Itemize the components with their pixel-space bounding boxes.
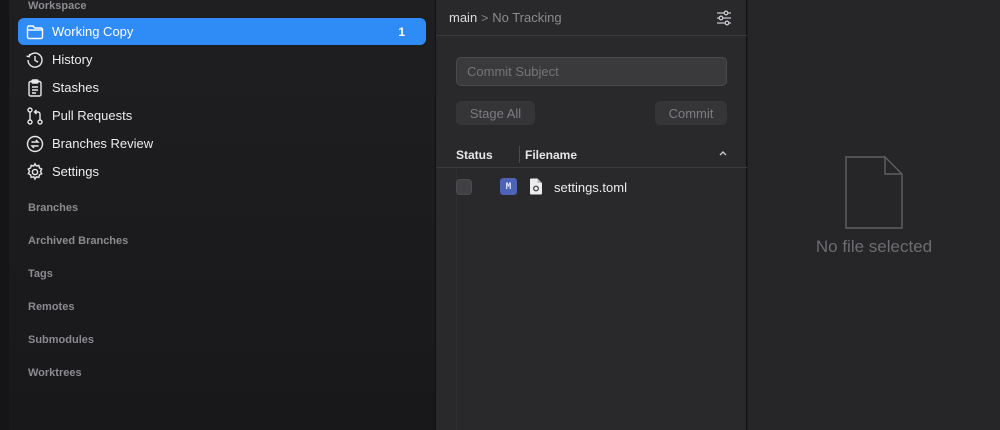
sidebar-edge bbox=[0, 0, 9, 430]
commit-subject-input[interactable] bbox=[456, 57, 727, 86]
modified-status-badge: M bbox=[500, 178, 517, 195]
workspace-label: Workspace bbox=[28, 0, 87, 12]
column-guide bbox=[456, 169, 457, 430]
stage-all-button[interactable]: Stage All bbox=[456, 101, 535, 125]
section-submodules[interactable]: Submodules bbox=[28, 334, 94, 346]
stage-checkbox[interactable] bbox=[456, 179, 472, 195]
column-header-filename[interactable]: Filename bbox=[525, 148, 577, 162]
sidebar-item-label: Stashes bbox=[52, 80, 99, 95]
table-row[interactable]: M settings.toml bbox=[436, 174, 747, 200]
sidebar-item-label: Settings bbox=[52, 164, 99, 179]
section-archived-branches[interactable]: Archived Branches bbox=[28, 235, 128, 247]
sort-ascending-icon[interactable] bbox=[717, 146, 729, 160]
sidebar-item-branches-review[interactable]: Branches Review bbox=[18, 130, 426, 157]
tracking-status: No Tracking bbox=[492, 10, 562, 25]
section-tags[interactable]: Tags bbox=[28, 268, 53, 280]
sidebar-item-stashes[interactable]: Stashes bbox=[18, 74, 426, 101]
file-table-header: Status Filename bbox=[436, 142, 747, 168]
sidebar-item-pull-requests[interactable]: Pull Requests bbox=[18, 102, 426, 129]
file-name: settings.toml bbox=[554, 180, 627, 195]
pull-request-icon bbox=[24, 106, 46, 126]
clipboard-icon bbox=[24, 78, 46, 98]
sidebar-item-history[interactable]: History bbox=[18, 46, 426, 73]
diff-preview-pane: No file selected bbox=[748, 0, 1000, 430]
column-divider[interactable] bbox=[519, 146, 520, 163]
sidebar-item-label: Pull Requests bbox=[52, 108, 133, 123]
working-copy-pane: main > No Tracking Stage All Commit Stat… bbox=[435, 0, 747, 430]
document-icon bbox=[845, 156, 903, 229]
column-header-status[interactable]: Status bbox=[456, 148, 493, 162]
branches-review-icon bbox=[24, 134, 46, 154]
sidebar-item-settings[interactable]: Settings bbox=[18, 158, 426, 185]
chevron-right-icon: > bbox=[481, 10, 489, 25]
history-icon bbox=[24, 50, 46, 70]
file-icon bbox=[529, 178, 543, 195]
sidebar-item-label: Working Copy bbox=[52, 24, 134, 39]
working-copy-count-badge: 1 bbox=[398, 24, 405, 39]
sidebar-item-label: History bbox=[52, 52, 93, 67]
branch-name[interactable]: main bbox=[449, 10, 477, 25]
section-remotes[interactable]: Remotes bbox=[28, 301, 74, 313]
filter-options-icon[interactable] bbox=[715, 9, 733, 27]
sidebar: Workspace Working Copy 1 History Stashes… bbox=[0, 0, 435, 430]
gear-icon bbox=[24, 161, 46, 182]
sidebar-item-working-copy[interactable]: Working Copy 1 bbox=[18, 18, 426, 45]
section-worktrees[interactable]: Worktrees bbox=[28, 367, 82, 379]
sidebar-item-label: Branches Review bbox=[52, 136, 154, 151]
commit-button[interactable]: Commit bbox=[655, 101, 727, 125]
folder-icon bbox=[24, 22, 46, 42]
section-branches[interactable]: Branches bbox=[28, 202, 78, 214]
empty-state-text: No file selected bbox=[815, 237, 933, 256]
branch-bar: main > No Tracking bbox=[436, 0, 747, 36]
